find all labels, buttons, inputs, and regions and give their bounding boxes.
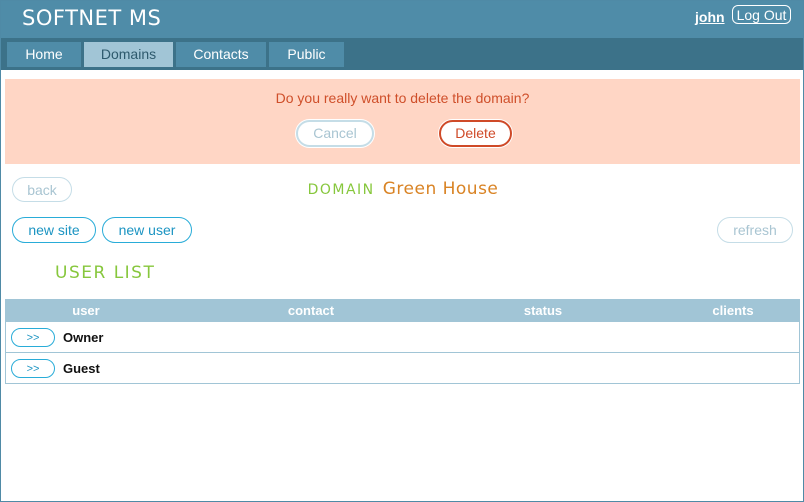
table-header: user contact status clients xyxy=(5,299,800,322)
logout-button[interactable]: Log Out xyxy=(732,5,791,24)
nav-bar: Home Domains Contacts Public xyxy=(1,38,803,70)
user-name: Owner xyxy=(63,330,104,345)
domain-heading: DOMAIN Green House xyxy=(1,179,803,199)
tab-contacts[interactable]: Contacts xyxy=(176,42,266,67)
new-user-button[interactable]: new user xyxy=(102,217,192,243)
app-title: SOFTNET MS xyxy=(22,6,162,30)
delete-button[interactable]: Delete xyxy=(439,120,512,147)
user-name: Guest xyxy=(63,361,100,376)
user-list-title: USER LIST xyxy=(55,263,156,283)
open-user-button[interactable]: >> xyxy=(11,328,55,347)
cancel-button[interactable]: Cancel xyxy=(296,120,374,147)
refresh-button[interactable]: refresh xyxy=(717,217,793,243)
delete-confirm-panel: Do you really want to delete the domain?… xyxy=(5,79,800,164)
table-row: >> Owner xyxy=(5,322,800,353)
username-link[interactable]: john xyxy=(695,9,725,25)
tab-home[interactable]: Home xyxy=(7,42,81,67)
domain-name: Green House xyxy=(382,179,499,199)
tab-domains[interactable]: Domains xyxy=(84,42,173,67)
domain-label: DOMAIN xyxy=(307,182,375,198)
new-site-button[interactable]: new site xyxy=(12,217,96,243)
tab-public[interactable]: Public xyxy=(269,42,344,67)
confirm-message: Do you really want to delete the domain? xyxy=(275,90,530,106)
column-header-user[interactable]: user xyxy=(72,299,99,322)
column-header-clients[interactable]: clients xyxy=(712,299,753,322)
column-header-status[interactable]: status xyxy=(524,299,562,322)
open-user-button[interactable]: >> xyxy=(11,359,55,378)
header-bar: SOFTNET MS john Log Out xyxy=(1,1,803,38)
user-table: user contact status clients >> Owner >> … xyxy=(5,299,800,384)
table-row: >> Guest xyxy=(5,353,800,384)
column-header-contact[interactable]: contact xyxy=(288,299,334,322)
app-window: SOFTNET MS john Log Out Home Domains Con… xyxy=(0,0,804,502)
